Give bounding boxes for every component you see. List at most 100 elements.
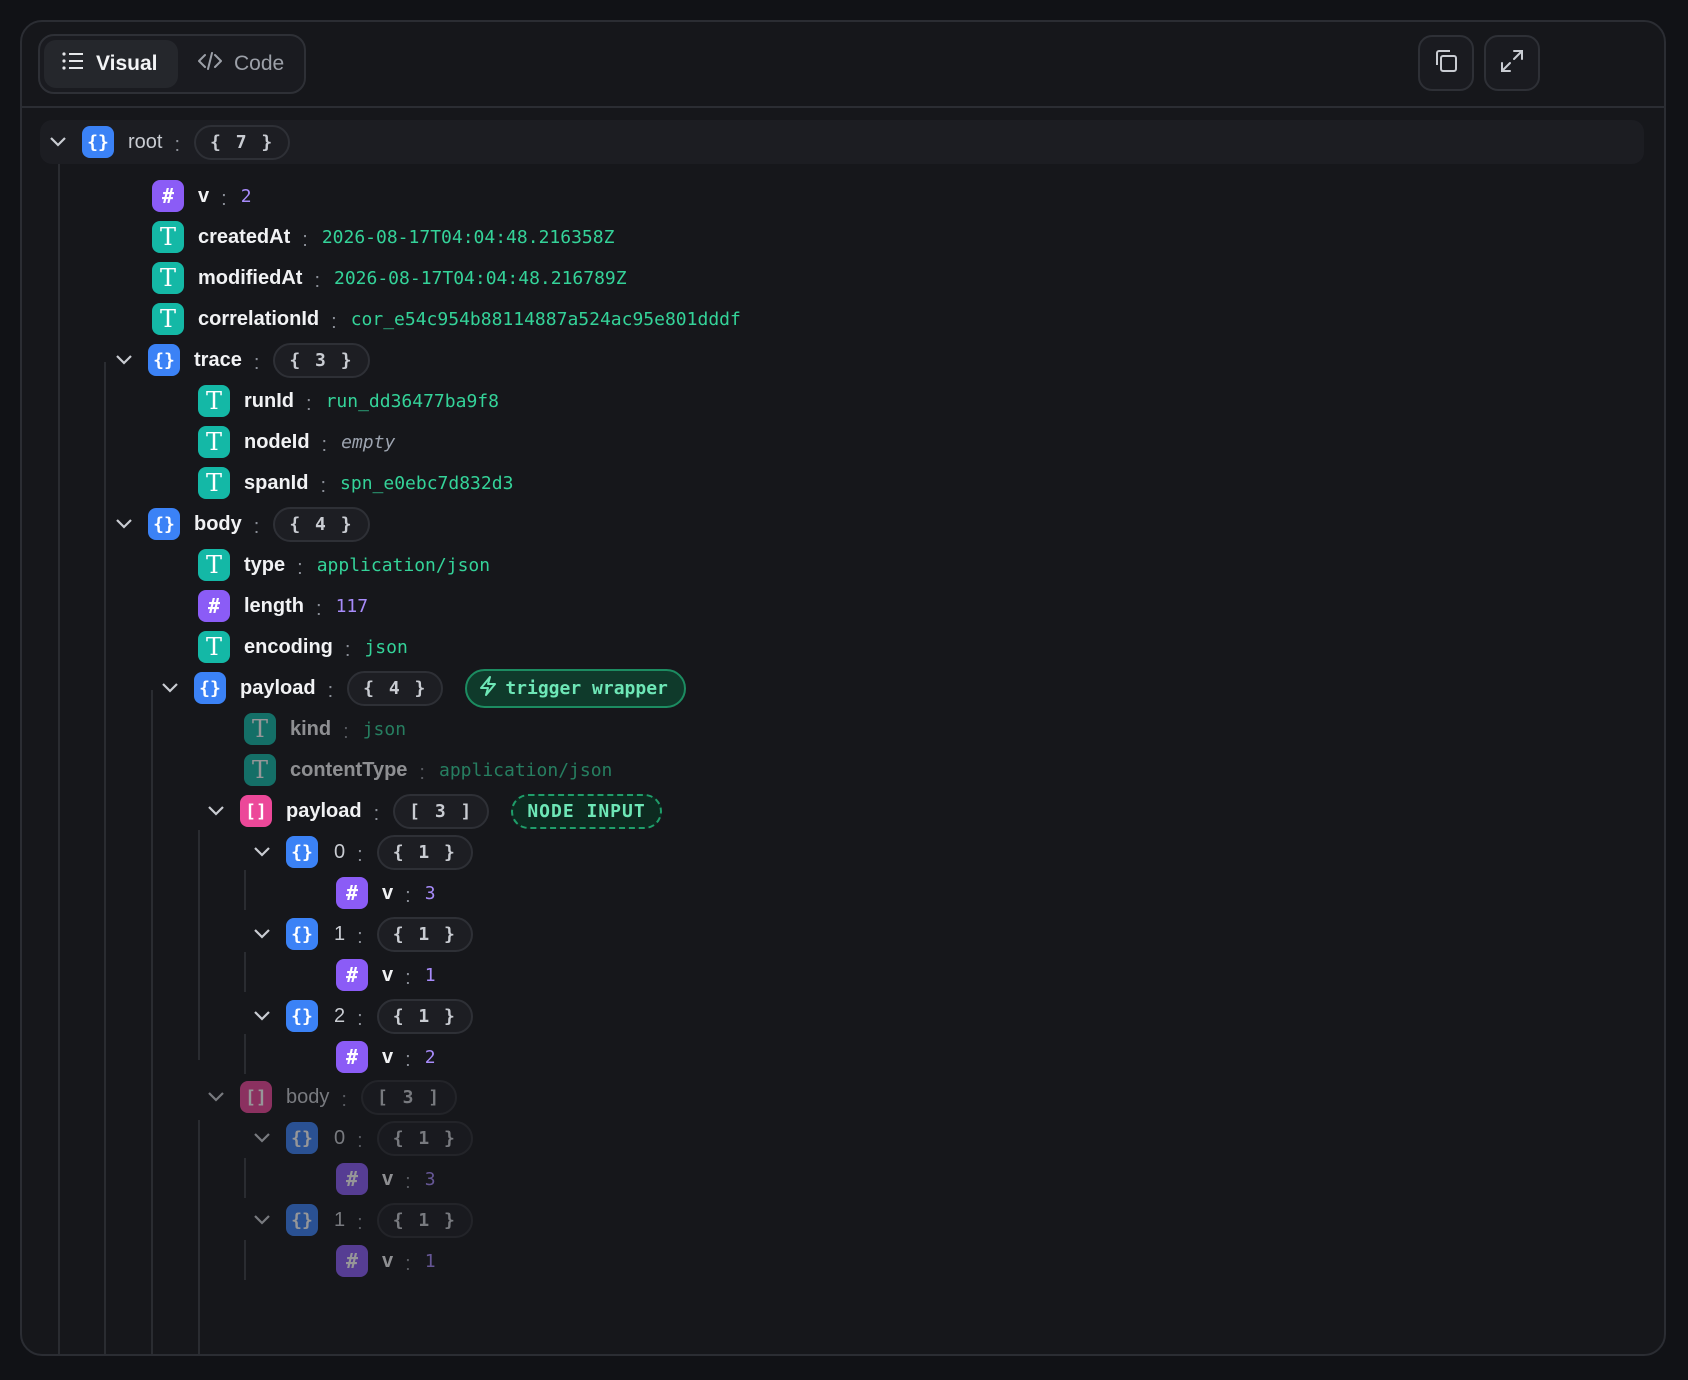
tree-row-item-1[interactable]: {} 1 : { 1 } bbox=[22, 912, 1664, 956]
object-type-icon: {} bbox=[148, 508, 180, 540]
tree-row-item-2-v[interactable]: # v : 2 bbox=[22, 1035, 1664, 1079]
node-value: 3 bbox=[424, 882, 436, 904]
tree-row-root[interactable]: {} root : { 7 } bbox=[40, 120, 1644, 164]
tree-row-createdAt[interactable]: T createdAt : 2026-08-17T04:04:48.216358… bbox=[22, 215, 1664, 259]
node-key: modifiedAt bbox=[198, 266, 303, 289]
tree-row-body-array[interactable]: [] body : [ 3 ] bbox=[22, 1075, 1664, 1119]
node-value: 2 bbox=[424, 1046, 436, 1068]
node-count: { 1 } bbox=[376, 1202, 473, 1238]
tree-row-item-0-v[interactable]: # v : 3 bbox=[22, 871, 1664, 915]
tree-row-length[interactable]: # length : 117 bbox=[22, 584, 1664, 628]
number-type-icon: # bbox=[336, 959, 368, 991]
trigger-wrapper-badge: trigger wrapper bbox=[465, 668, 686, 708]
node-count: { 1 } bbox=[376, 916, 473, 952]
tree-row-body-item-0-v[interactable]: # v : 3 bbox=[22, 1157, 1664, 1201]
node-key: 1 bbox=[334, 922, 346, 945]
number-type-icon: # bbox=[336, 877, 368, 909]
node-key: spanId bbox=[244, 471, 309, 494]
expand-button[interactable] bbox=[1484, 35, 1540, 91]
string-type-icon: T bbox=[152, 221, 184, 253]
tree-row-body[interactable]: {} body : { 4 } bbox=[22, 502, 1664, 546]
string-type-icon: T bbox=[198, 631, 230, 663]
number-type-icon: # bbox=[336, 1041, 368, 1073]
tab-code[interactable]: Code bbox=[180, 40, 304, 88]
node-value: run_dd36477ba9f8 bbox=[325, 390, 499, 412]
node-key: createdAt bbox=[198, 225, 291, 248]
number-type-icon: # bbox=[336, 1163, 368, 1195]
node-key: body bbox=[286, 1085, 330, 1108]
node-key: correlationId bbox=[198, 307, 320, 330]
node-key: 2 bbox=[334, 1004, 346, 1027]
tree-row-encoding[interactable]: T encoding : json bbox=[22, 625, 1664, 669]
node-key: runId bbox=[244, 389, 294, 412]
node-count: { 1 } bbox=[376, 834, 473, 870]
tree-row-body-item-1[interactable]: {} 1 : { 1 } bbox=[22, 1198, 1664, 1242]
tree-row-item-1-v[interactable]: # v : 1 bbox=[22, 953, 1664, 997]
chevron-down-icon[interactable] bbox=[250, 1004, 274, 1028]
tree-row-contentType[interactable]: T contentType : application/json bbox=[22, 748, 1664, 792]
chevron-down-icon[interactable] bbox=[112, 512, 136, 536]
node-key: payload bbox=[240, 676, 316, 699]
string-type-icon: T bbox=[198, 549, 230, 581]
tree-row-item-0[interactable]: {} 0 : { 1 } bbox=[22, 830, 1664, 874]
tree-row-kind[interactable]: T kind : json bbox=[22, 707, 1664, 751]
node-count: { 1 } bbox=[376, 1120, 473, 1156]
toolbar: Visual Code bbox=[22, 22, 1664, 108]
tree-row-body-item-1-v[interactable]: # v : 1 bbox=[22, 1239, 1664, 1283]
tree-row-body-item-0[interactable]: {} 0 : { 1 } bbox=[22, 1116, 1664, 1160]
tree-row-payload-array[interactable]: [] payload : [ 3 ] NODE INPUT bbox=[22, 789, 1664, 833]
node-key: type bbox=[244, 553, 286, 576]
string-type-icon: T bbox=[244, 713, 276, 745]
chevron-down-icon[interactable] bbox=[250, 1208, 274, 1232]
tab-visual-label: Visual bbox=[96, 52, 158, 75]
object-type-icon: {} bbox=[286, 836, 318, 868]
tree-row-correlationId[interactable]: T correlationId : cor_e54c954b88114887a5… bbox=[22, 297, 1664, 341]
tree-row-spanId[interactable]: T spanId : spn_e0ebc7d832d3 bbox=[22, 461, 1664, 505]
chevron-down-icon[interactable] bbox=[250, 922, 274, 946]
string-type-icon: T bbox=[152, 303, 184, 335]
node-key: nodeId bbox=[244, 430, 310, 453]
node-key: root bbox=[128, 130, 163, 153]
node-key: 0 bbox=[334, 1126, 346, 1149]
node-value: spn_e0ebc7d832d3 bbox=[340, 472, 514, 494]
tree-row-type[interactable]: T type : application/json bbox=[22, 543, 1664, 587]
copy-button[interactable] bbox=[1418, 35, 1474, 91]
node-value: 2026-08-17T04:04:48.216358Z bbox=[321, 226, 615, 248]
view-mode-toggle: Visual Code bbox=[38, 34, 306, 94]
chevron-down-icon[interactable] bbox=[158, 676, 182, 700]
node-count: { 4 } bbox=[273, 506, 370, 542]
chevron-down-icon[interactable] bbox=[204, 1085, 228, 1109]
object-type-icon: {} bbox=[82, 126, 114, 158]
node-count: [ 3 ] bbox=[393, 793, 490, 829]
tree-row-runId[interactable]: T runId : run_dd36477ba9f8 bbox=[22, 379, 1664, 423]
tree-row-nodeId[interactable]: T nodeId : empty bbox=[22, 420, 1664, 464]
node-key: body bbox=[194, 512, 242, 535]
object-type-icon: {} bbox=[286, 918, 318, 950]
tree-row-v[interactable]: # v : 2 bbox=[22, 174, 1664, 218]
node-key: contentType bbox=[290, 758, 408, 781]
node-value: application/json bbox=[316, 554, 491, 576]
chevron-down-icon[interactable] bbox=[250, 1126, 274, 1150]
string-type-icon: T bbox=[152, 262, 184, 294]
tree-row-modifiedAt[interactable]: T modifiedAt : 2026-08-17T04:04:48.21678… bbox=[22, 256, 1664, 300]
node-value: 1 bbox=[424, 1250, 436, 1272]
chevron-down-icon[interactable] bbox=[204, 799, 228, 823]
chevron-down-icon[interactable] bbox=[112, 348, 136, 372]
chevron-down-icon[interactable] bbox=[46, 130, 70, 154]
lightning-icon bbox=[479, 675, 497, 701]
node-key: encoding bbox=[244, 635, 333, 658]
node-count: { 3 } bbox=[273, 342, 370, 378]
chevron-down-icon[interactable] bbox=[250, 840, 274, 864]
tab-visual[interactable]: Visual bbox=[44, 40, 178, 88]
node-value: 1 bbox=[424, 964, 436, 986]
node-value: json bbox=[364, 636, 408, 658]
tree-row-payload[interactable]: {} payload : { 4 } trigger wrapper bbox=[22, 666, 1664, 710]
node-key: v bbox=[382, 1167, 394, 1190]
string-type-icon: T bbox=[198, 467, 230, 499]
node-value: empty bbox=[341, 431, 396, 453]
node-count: [ 3 ] bbox=[360, 1079, 458, 1115]
tree-row-trace[interactable]: {} trace : { 3 } bbox=[22, 338, 1664, 382]
node-count: { 4 } bbox=[347, 670, 444, 706]
tree-row-item-2[interactable]: {} 2 : { 1 } bbox=[22, 994, 1664, 1038]
object-type-icon: {} bbox=[286, 1122, 318, 1154]
